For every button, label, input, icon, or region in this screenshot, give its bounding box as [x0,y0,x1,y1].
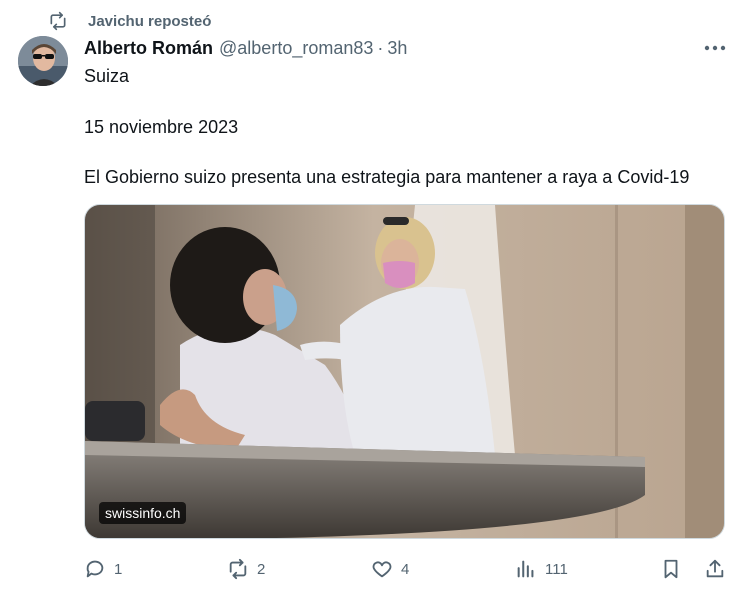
more-icon [704,45,726,51]
repost-icon [229,558,247,580]
bookmark-button[interactable] [660,556,682,582]
views-icon [517,560,534,578]
tweet-header: Alberto Román @alberto_roman83 · 3h [84,38,407,59]
share-icon [706,559,724,578]
timestamp[interactable]: 3h [387,38,407,59]
tweet-media-image[interactable]: swissinfo.ch [84,204,725,539]
tweet-text-line: El Gobierno suizo presenta una estrategi… [84,167,690,187]
repost-label[interactable]: Javichu reposteó [88,13,211,30]
reply-button[interactable]: 1 [84,556,122,582]
repost-context: Javichu reposteó [48,10,211,32]
repost-button[interactable]: 2 [227,556,265,582]
separator-dot: · [377,38,384,58]
avatar[interactable] [18,36,68,86]
reply-icon [86,560,104,578]
tweet-text-line: 15 noviembre 2023 [84,117,239,137]
more-options-button[interactable] [700,36,730,60]
tweet-text-line: Suiza [84,66,130,86]
bookmark-icon [664,559,678,579]
views-count: 111 [545,560,568,578]
share-button[interactable] [704,556,726,582]
heart-icon [372,561,392,578]
reply-count: 1 [114,560,123,578]
like-button[interactable]: 4 [371,556,409,582]
views-button[interactable]: 111 [515,556,568,582]
repost-count: 2 [257,560,266,578]
tweet-card[interactable]: Javichu reposteó Alberto Román @alberto_… [0,0,748,598]
like-count: 4 [401,560,410,578]
author-name[interactable]: Alberto Román [84,38,213,59]
media-source-badge[interactable]: swissinfo.ch [99,502,187,524]
author-handle[interactable]: @alberto_roman83 [219,38,373,59]
repost-icon [50,11,66,31]
